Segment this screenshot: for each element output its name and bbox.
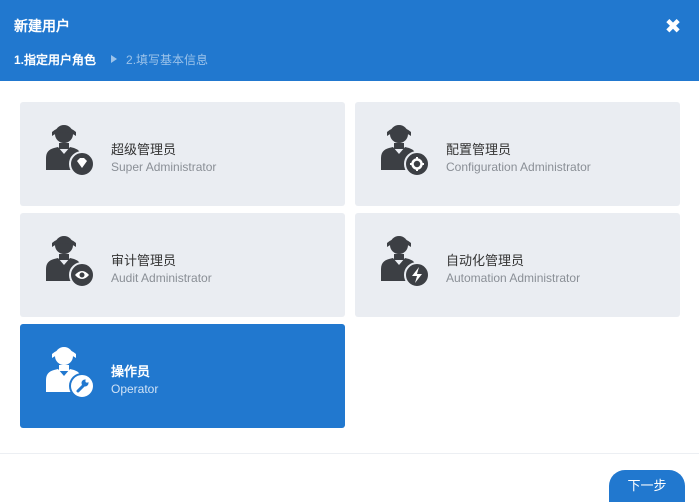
- role-name: 超级管理员: [111, 142, 177, 157]
- role-name: 自动化管理员: [446, 253, 525, 268]
- dialog-header: 新建用户 ✖ 1.指定用户角色 2.填写基本信息: [0, 0, 699, 81]
- role-card-super-admin[interactable]: 超级管理员 Super Administrator: [20, 102, 345, 206]
- wizard-steps: 1.指定用户角色 2.填写基本信息: [14, 51, 208, 67]
- role-card-operator[interactable]: 操作员 Operator: [20, 324, 345, 428]
- user-avatar-icon: [381, 125, 429, 176]
- user-avatar-icon: [46, 125, 94, 176]
- role-name-en: Configuration Administrator: [446, 160, 591, 174]
- role-name-en: Operator: [111, 382, 159, 396]
- user-avatar-icon: [381, 236, 429, 287]
- user-avatar-icon: [46, 347, 94, 398]
- step-arrow-icon: [111, 55, 118, 63]
- dialog-title: 新建用户: [14, 18, 70, 34]
- role-name-en: Automation Administrator: [446, 271, 581, 285]
- footer-divider: [0, 453, 699, 454]
- role-name-en: Super Administrator: [111, 160, 217, 174]
- close-icon[interactable]: ✖: [662, 16, 684, 38]
- role-card-audit-admin[interactable]: 审计管理员 Audit Administrator: [20, 213, 345, 317]
- role-name: 配置管理员: [446, 142, 512, 157]
- role-name-en: Audit Administrator: [111, 271, 212, 285]
- next-step-button[interactable]: 下一步: [609, 470, 685, 502]
- user-avatar-icon: [46, 236, 94, 287]
- role-name: 审计管理员: [111, 253, 177, 268]
- role-card-config-admin[interactable]: 配置管理员 Configuration Administrator: [355, 102, 680, 206]
- role-name: 操作员: [111, 364, 151, 379]
- step-2-label: 2.填写基本信息: [126, 52, 209, 67]
- step-1-label: 1.指定用户角色: [14, 52, 97, 67]
- role-card-automation-admin[interactable]: 自动化管理员 Automation Administrator: [355, 213, 680, 317]
